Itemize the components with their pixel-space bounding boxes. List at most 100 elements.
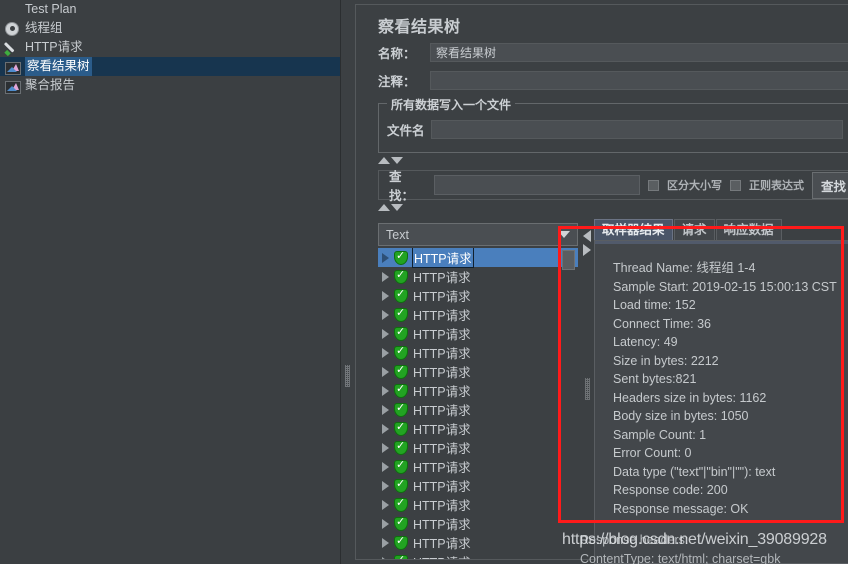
- result-row[interactable]: HTTP请求: [378, 457, 578, 476]
- chevron-down-icon: [558, 231, 570, 238]
- renderer-select[interactable]: Text: [378, 223, 578, 246]
- name-label: 名称：: [378, 47, 416, 61]
- sidebar-item-label: 线程组: [25, 21, 63, 35]
- result-row[interactable]: HTTP请求: [378, 381, 578, 400]
- chevron-right-icon[interactable]: [382, 271, 389, 282]
- comment-row: 注释：: [378, 71, 848, 90]
- chevron-right-icon[interactable]: [382, 556, 389, 559]
- comment-input[interactable]: [430, 71, 848, 90]
- chevron-down-icon: [391, 157, 403, 164]
- detail-tab[interactable]: 响应数据: [715, 219, 782, 240]
- success-shield-icon: [394, 287, 408, 303]
- find-button[interactable]: 查找: [811, 171, 848, 199]
- chevron-right-icon[interactable]: [382, 347, 389, 358]
- search-input[interactable]: [434, 175, 640, 195]
- result-row-label: HTTP请求: [413, 537, 471, 551]
- result-row-label: HTTP请求: [413, 271, 471, 285]
- success-shield-icon: [394, 249, 408, 265]
- sidebar-item-test-plan[interactable]: Test Plan: [0, 0, 340, 19]
- sidebar-item-view-results-tree[interactable]: 察看结果树: [0, 57, 340, 76]
- sampler-detail-pane: 取样器结果 请求 响应数据 Thread Name: 线程组 1-4 Sample S…: [594, 219, 848, 564]
- sidebar-item-aggregate-report[interactable]: 聚合报告: [0, 76, 340, 95]
- chevron-right-icon[interactable]: [382, 404, 389, 415]
- chevron-right-icon[interactable]: [382, 290, 389, 301]
- result-row[interactable]: HTTP请求: [378, 533, 578, 552]
- result-row[interactable]: HTTP请求: [378, 324, 578, 343]
- chevron-right-icon[interactable]: [382, 499, 389, 510]
- chart-icon: [4, 78, 21, 94]
- chevron-up-icon: [378, 157, 390, 164]
- chevron-right-icon[interactable]: [382, 442, 389, 453]
- detail-line: Data type ("text"|"bin"|""): text: [613, 464, 776, 479]
- result-row[interactable]: HTTP请求: [378, 514, 578, 533]
- detail-tab[interactable]: 请求: [673, 219, 715, 240]
- result-row[interactable]: HTTP请求: [378, 305, 578, 324]
- filename-input[interactable]: [431, 120, 843, 139]
- collapse-toggle-file[interactable]: [378, 157, 403, 164]
- result-row-label: HTTP请求: [413, 423, 471, 437]
- success-shield-icon: [394, 401, 408, 417]
- result-row[interactable]: HTTP请求: [378, 438, 578, 457]
- sidebar-item-http-request[interactable]: HTTP请求: [0, 38, 340, 57]
- result-row[interactable]: HTTP请求: [378, 267, 578, 286]
- chevron-right-icon[interactable]: [583, 244, 591, 256]
- chevron-right-icon[interactable]: [382, 423, 389, 434]
- sampler-result-text: Thread Name: 线程组 1-4 Sample Start: 2019-0…: [613, 259, 848, 518]
- results-scrollbar-thumb[interactable]: [562, 250, 575, 270]
- content-type-line: ContentType: text/html; charset=gbk: [580, 552, 781, 564]
- detail-line: Sample Start: 2019-02-15 15:00:13 CST: [613, 279, 837, 294]
- success-shield-icon: [394, 534, 408, 550]
- result-row[interactable]: HTTP请求: [378, 419, 578, 438]
- chevron-right-icon[interactable]: [382, 328, 389, 339]
- test-plan-tree: Test Plan 线程组 HTTP请求 察看结果树 聚合报告: [0, 0, 341, 564]
- case-sensitive-checkbox[interactable]: [647, 179, 659, 191]
- gear-icon: [4, 21, 20, 37]
- result-row-label: HTTP请求: [413, 480, 471, 494]
- result-row[interactable]: HTTP请求: [378, 476, 578, 495]
- chevron-right-icon[interactable]: [382, 385, 389, 396]
- result-row[interactable]: HTTP请求: [378, 248, 578, 268]
- success-shield-icon: [394, 439, 408, 455]
- result-row-label: HTTP请求: [413, 442, 471, 456]
- success-shield-icon: [394, 477, 408, 493]
- detail-line: Sample Count: 1: [613, 427, 707, 442]
- chevron-right-icon[interactable]: [382, 252, 389, 263]
- detail-line: Response code: 200: [613, 483, 728, 497]
- regex-checkbox[interactable]: [729, 179, 741, 191]
- group-legend: 所有数据写入一个文件: [387, 96, 516, 113]
- success-shield-icon: [394, 268, 408, 284]
- chevron-right-icon[interactable]: [382, 309, 389, 320]
- chevron-right-icon[interactable]: [382, 461, 389, 472]
- detail-line: Latency: 49: [613, 335, 678, 349]
- result-row[interactable]: HTTP请求: [378, 400, 578, 419]
- renderer-selected-value: Text: [386, 227, 409, 242]
- chevron-right-icon[interactable]: [382, 366, 389, 377]
- result-row[interactable]: HTTP请求: [378, 362, 578, 381]
- detail-line: Thread Name: 线程组 1-4: [613, 261, 756, 275]
- result-row[interactable]: HTTP请求: [378, 343, 578, 362]
- chevron-up-icon: [378, 204, 390, 211]
- pen-icon: [4, 40, 20, 56]
- result-row[interactable]: HTTP请求: [378, 495, 578, 514]
- case-sensitive-label: 区分大小写: [666, 180, 722, 192]
- result-row[interactable]: HTTP请求: [378, 552, 578, 559]
- result-row-label: HTTP请求: [412, 248, 474, 268]
- results-detail-splitter[interactable]: [582, 230, 593, 559]
- chevron-right-icon[interactable]: [382, 480, 389, 491]
- sampler-results-list[interactable]: HTTP请求HTTP请求HTTP请求HTTP请求HTTP请求HTTP请求HTTP…: [378, 248, 578, 559]
- chevron-right-icon[interactable]: [382, 537, 389, 548]
- detail-line: Connect Time: 36: [613, 316, 711, 331]
- result-row-label: HTTP请求: [413, 290, 471, 304]
- collapse-toggle-search[interactable]: [378, 204, 403, 211]
- sidebar-item-thread-group[interactable]: 线程组: [0, 19, 340, 38]
- name-input[interactable]: 察看结果树: [430, 43, 848, 62]
- chart-icon: [4, 59, 21, 75]
- result-row-label: HTTP请求: [413, 499, 471, 513]
- detail-tab[interactable]: 取样器结果: [594, 219, 673, 240]
- chevron-right-icon[interactable]: [382, 518, 389, 529]
- success-shield-icon: [394, 496, 408, 512]
- success-shield-icon: [394, 363, 408, 379]
- chevron-left-icon[interactable]: [583, 230, 591, 242]
- result-row[interactable]: HTTP请求: [378, 286, 578, 305]
- panel-splitter[interactable]: [342, 0, 353, 564]
